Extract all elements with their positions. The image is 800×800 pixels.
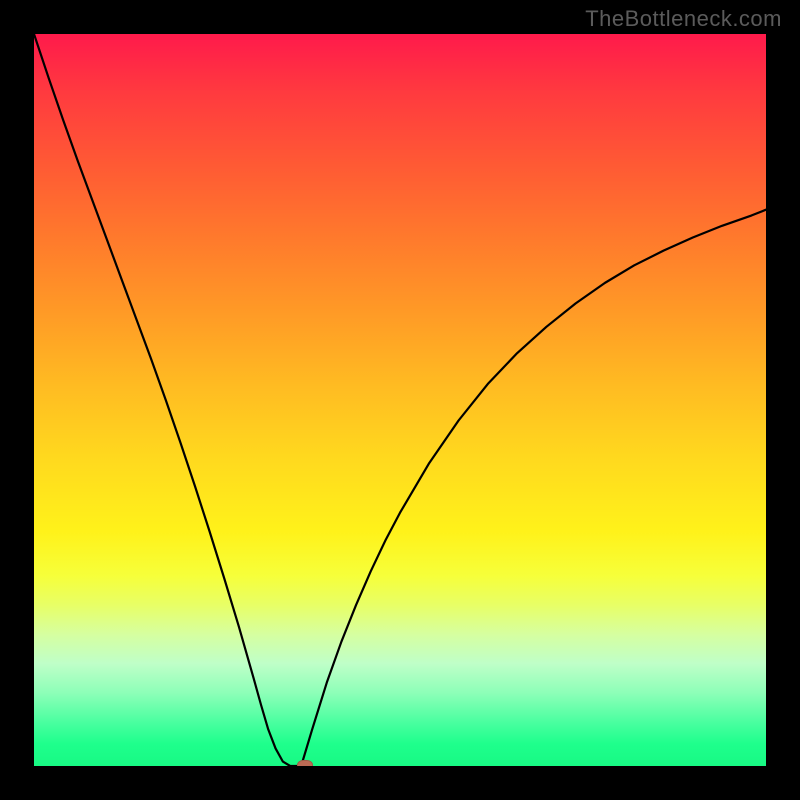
bottleneck-curve-right: [301, 210, 766, 766]
plot-area: [34, 34, 766, 766]
optimal-point-marker: [297, 760, 313, 766]
watermark-text: TheBottleneck.com: [585, 6, 782, 32]
chart-frame: TheBottleneck.com: [0, 0, 800, 800]
curve-layer: [34, 34, 766, 766]
bottleneck-curve-left: [34, 34, 301, 766]
